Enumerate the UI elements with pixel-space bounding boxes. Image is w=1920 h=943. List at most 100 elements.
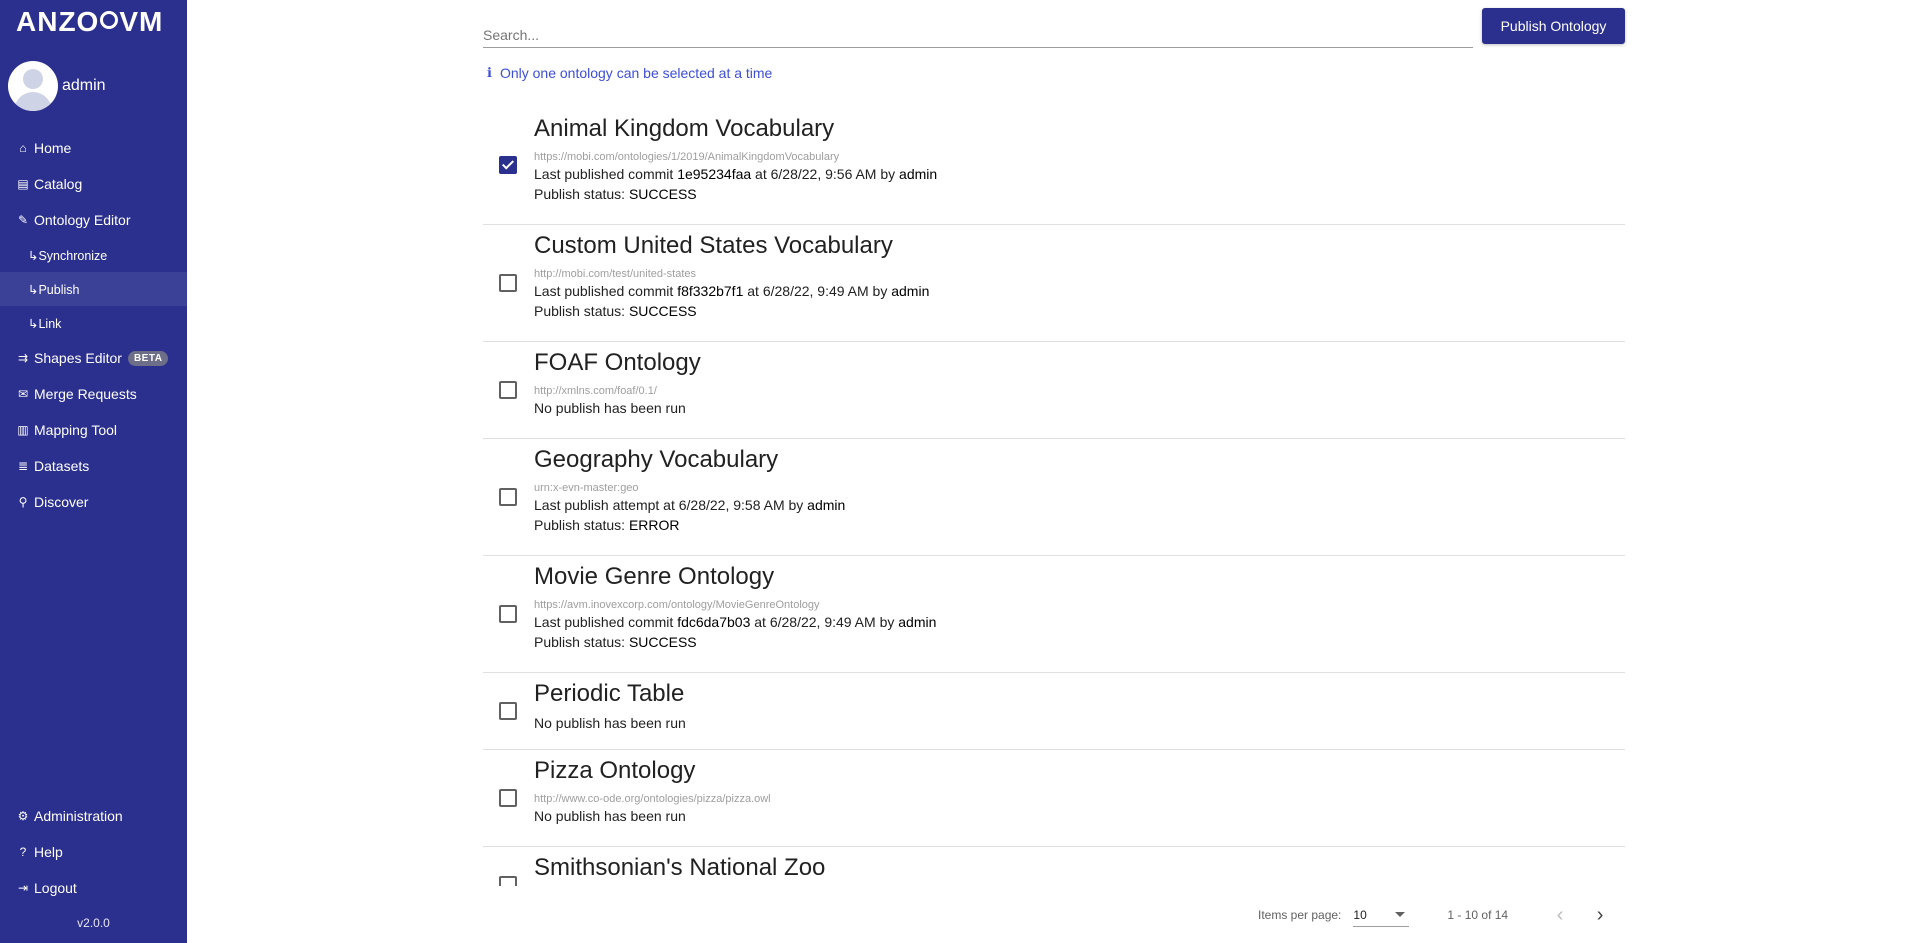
envelope-icon: ✉ (17, 387, 29, 401)
select-checkbox[interactable] (499, 702, 517, 720)
ontology-iri: http://mobi.com/test/united-states (534, 268, 697, 280)
publish-status: Publish status: ERROR (534, 517, 680, 533)
ontology-list: Animal Kingdom Vocabulary https://mobi.c… (483, 108, 1625, 886)
next-page-button[interactable]: › (1584, 899, 1616, 931)
select-checkbox[interactable] (499, 876, 517, 886)
nav-label: Ontology Editor (34, 212, 131, 228)
publish-info: No publish has been run (534, 400, 686, 416)
select-checkbox[interactable] (499, 789, 517, 807)
app-version: v2.0.0 (77, 916, 110, 930)
chevron-right-icon: › (1596, 903, 1604, 926)
ontology-iri: urn:x-evn-master:geo (534, 482, 639, 494)
list-item[interactable]: Pizza Ontology http://www.co-ode.org/ont… (483, 750, 1625, 847)
book-icon: ▤ (17, 177, 29, 191)
page-size-value: 10 (1353, 907, 1367, 922)
app-logo[interactable]: ANZO VM (16, 4, 163, 40)
list-item[interactable]: Smithsonian's National Zoo (483, 847, 1625, 886)
commit-id: fdc6da7b03 (677, 614, 751, 630)
commit-id: 1e95234faa (677, 166, 752, 182)
list-item[interactable]: Geography Vocabulary urn:x-evn-master:ge… (483, 439, 1625, 556)
paginator: Items per page: 10 1 - 10 of 14 ‹ › (1258, 900, 1616, 930)
list-item[interactable]: Animal Kingdom Vocabulary https://mobi.c… (483, 108, 1625, 225)
ontology-iri: https://avm.inovexcorp.com/ontology/Movi… (534, 599, 820, 611)
page-range: 1 - 10 of 14 (1447, 908, 1509, 922)
publish-info: No publish has been run (534, 808, 686, 824)
avatar (8, 61, 58, 111)
nav-label: Shapes Editor (34, 350, 122, 366)
database-icon: ≣ (17, 459, 29, 473)
nav-logout[interactable]: ⇥ Logout (0, 870, 187, 906)
list-item[interactable]: Periodic Table No publish has been run (483, 673, 1625, 750)
nav-label: Mapping Tool (34, 422, 118, 438)
list-item[interactable]: FOAF Ontology http://xmlns.com/foaf/0.1/… (483, 342, 1625, 439)
nav-label: Help (34, 844, 63, 860)
chevron-left-icon: ‹ (1556, 903, 1564, 926)
ontology-title: Pizza Ontology (534, 757, 696, 784)
ontology-title: Smithsonian's National Zoo (534, 854, 826, 881)
nav-catalog[interactable]: ▤ Catalog (0, 166, 187, 202)
nav-label: Catalog (34, 176, 83, 192)
user-profile[interactable]: admin (8, 60, 106, 112)
commit-id: f8f332b7f1 (677, 283, 744, 299)
nav-datasets[interactable]: ≣ Datasets (0, 448, 187, 484)
sidebar: ANZO VM admin ⌂ Home ▤ Catalog ✎ Ontology… (0, 0, 187, 943)
status-value: ERROR (628, 517, 680, 533)
ontology-title: Periodic Table (534, 680, 685, 707)
publish-user: admin (899, 166, 938, 182)
status-value: SUCCESS (628, 303, 697, 319)
ontology-title: FOAF Ontology (534, 349, 701, 376)
status-value: SUCCESS (628, 634, 697, 650)
publish-status: Publish status: SUCCESS (534, 303, 697, 319)
nav-mapping-tool[interactable]: ▥ Mapping Tool (0, 412, 187, 448)
search-input[interactable] (483, 18, 1473, 46)
select-checkbox[interactable] (499, 488, 517, 506)
home-icon: ⌂ (19, 141, 27, 155)
publish-ontology-button[interactable]: Publish Ontology (1482, 8, 1625, 44)
nav-discover[interactable]: ⚲ Discover (0, 484, 187, 520)
help-icon: ? (19, 845, 27, 859)
previous-page-button[interactable]: ‹ (1544, 899, 1576, 931)
status-value: SUCCESS (628, 186, 697, 202)
logo-suffix: VM (119, 6, 164, 37)
ontology-iri: http://xmlns.com/foaf/0.1/ (534, 385, 657, 397)
logo-ring-icon (100, 11, 119, 29)
info-icon: ℹ (487, 65, 492, 80)
publish-info: Last published commit 1e95234faa at 6/28… (534, 166, 938, 182)
main-nav: ⌂ Home ▤ Catalog ✎ Ontology Editor ↳Sync… (0, 130, 187, 520)
info-message: ℹ Only one ontology can be selected at a… (487, 65, 772, 81)
nav-help[interactable]: ? Help (0, 834, 187, 870)
map-icon: ▥ (17, 423, 29, 437)
search-icon: ⚲ (18, 495, 28, 509)
chevron-down-icon (1395, 912, 1406, 917)
bottom-nav: ⚙ Administration ? Help ⇥ Logout (0, 798, 187, 906)
logout-icon: ⇥ (17, 881, 29, 895)
beta-badge: BETA (127, 350, 169, 366)
list-item[interactable]: Custom United States Vocabulary http://m… (483, 225, 1625, 342)
ontology-iri: http://www.co-ode.org/ontologies/pizza/p… (534, 793, 771, 805)
ontology-iri: https://mobi.com/ontologies/1/2019/Anima… (534, 151, 840, 163)
publish-user: admin (898, 614, 937, 630)
nav-label: Administration (34, 808, 123, 824)
nav-sub-synchronize[interactable]: ↳Synchronize (0, 238, 187, 272)
logo-text: ANZO (16, 6, 100, 37)
list-item[interactable]: Movie Genre Ontology https://avm.inovexc… (483, 556, 1625, 673)
shapes-icon: ⇉ (17, 351, 29, 365)
nav-shapes-editor[interactable]: ⇉ Shapes Editor BETA (0, 340, 187, 376)
select-checkbox[interactable] (499, 274, 517, 292)
nav-ontology-editor[interactable]: ✎ Ontology Editor (0, 202, 187, 238)
nav-label: Logout (34, 880, 77, 896)
info-text: Only one ontology can be selected at a t… (499, 65, 773, 81)
nav-sub-publish[interactable]: ↳Publish (0, 272, 187, 306)
select-checkbox[interactable] (499, 381, 517, 399)
nav-merge-requests[interactable]: ✉ Merge Requests (0, 376, 187, 412)
nav-label: Merge Requests (34, 386, 137, 402)
items-per-page-label: Items per page: (1258, 908, 1342, 922)
select-checkbox[interactable] (499, 156, 517, 174)
page-size-select[interactable]: 10 (1353, 903, 1410, 927)
select-checkbox[interactable] (499, 605, 517, 623)
nav-home[interactable]: ⌂ Home (0, 130, 187, 166)
publish-status: Publish status: SUCCESS (534, 186, 697, 202)
nav-sub-link[interactable]: ↳Link (0, 306, 187, 340)
nav-administration[interactable]: ⚙ Administration (0, 798, 187, 834)
ontology-title: Movie Genre Ontology (534, 563, 775, 590)
